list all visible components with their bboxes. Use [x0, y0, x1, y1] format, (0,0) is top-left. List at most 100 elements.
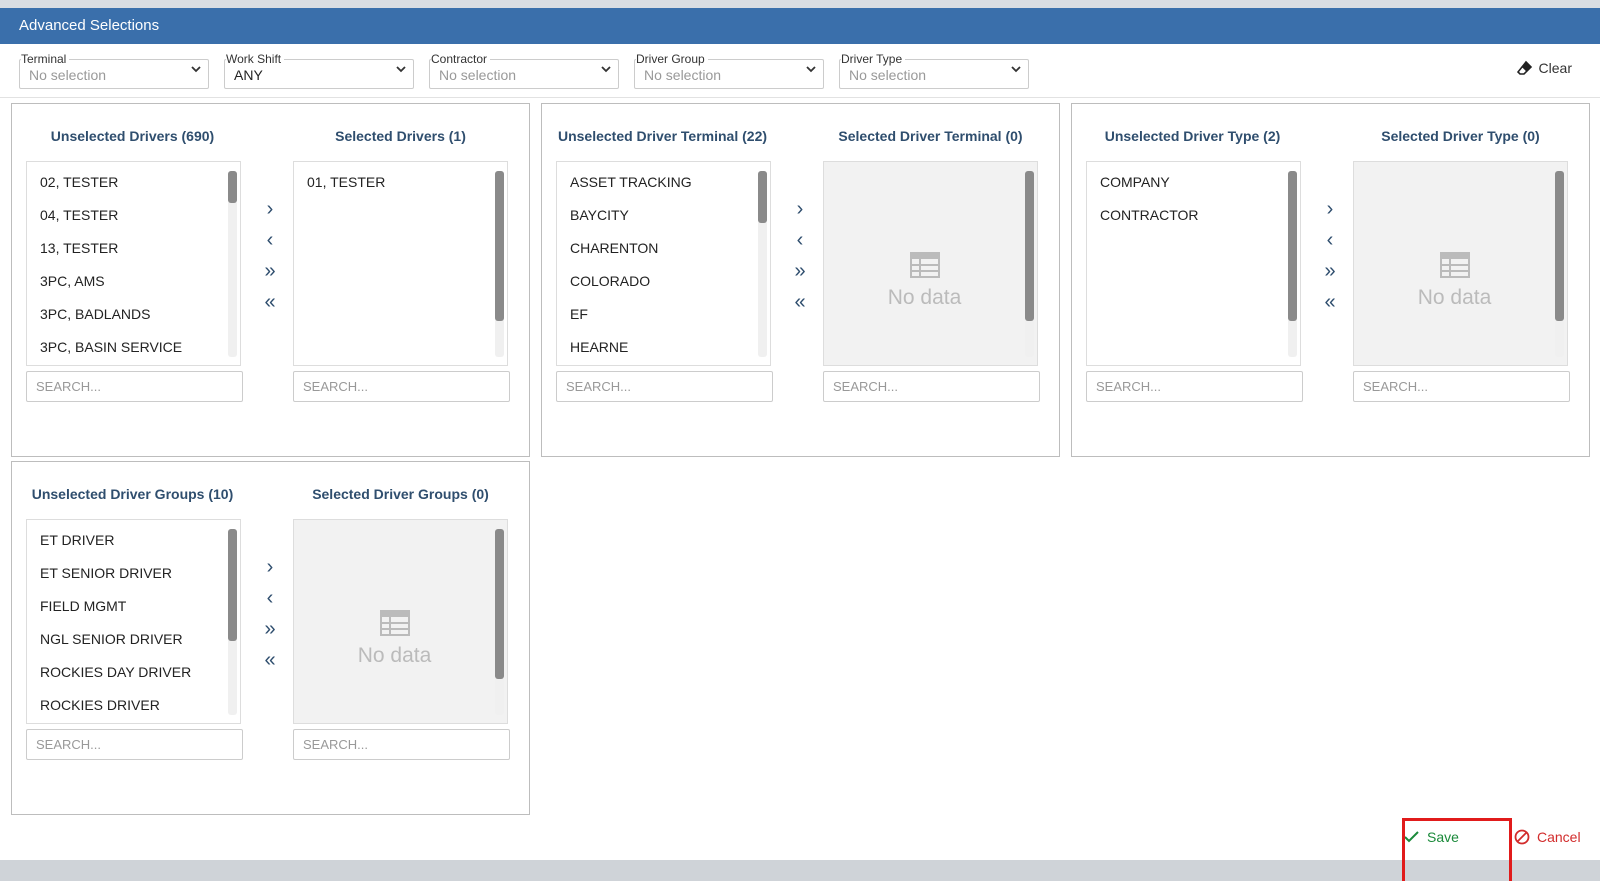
scrollbar-thumb[interactable]: [1555, 171, 1564, 321]
move-all-left-button[interactable]: «: [258, 287, 282, 318]
move-all-left-button[interactable]: «: [788, 287, 812, 318]
list-item[interactable]: NGL SENIOR DRIVER: [27, 623, 240, 656]
selected-list[interactable]: No data: [823, 161, 1038, 366]
list-item[interactable]: 04, TESTER: [27, 199, 240, 232]
scrollbar[interactable]: [1555, 171, 1564, 357]
unselected-list[interactable]: COMPANY CONTRACTOR: [1086, 161, 1301, 366]
scrollbar-thumb[interactable]: [495, 529, 504, 679]
list-item[interactable]: ROCKIES DRIVER: [27, 689, 240, 722]
terminal-filter[interactable]: Terminal No selection: [19, 52, 209, 89]
unselected-title: Unselected Driver Terminal (22): [557, 128, 768, 144]
selected-search-input[interactable]: SEARCH...: [293, 371, 510, 402]
cancel-button[interactable]: Cancel: [1514, 826, 1581, 848]
background-page-footer: [0, 860, 1600, 881]
list-item[interactable]: ASSET TRACKING: [557, 166, 770, 199]
scrollbar[interactable]: [495, 529, 504, 715]
list-item[interactable]: COMPANY: [1087, 166, 1300, 199]
driver-type-filter-label: Driver Type: [841, 52, 906, 66]
move-all-right-button[interactable]: »: [788, 256, 812, 287]
clear-button[interactable]: Clear: [1516, 60, 1572, 76]
contractor-filter-value: No selection: [439, 67, 517, 83]
list-item[interactable]: 13, TESTER: [27, 232, 240, 265]
driver-group-filter-label: Driver Group: [636, 52, 708, 66]
scrollbar-thumb[interactable]: [1025, 171, 1034, 321]
no-data-placeholder: No data: [1354, 252, 1555, 310]
unselected-search-input[interactable]: SEARCH...: [1086, 371, 1303, 402]
no-data-text: No data: [1417, 286, 1492, 309]
contractor-filter-label: Contractor: [431, 52, 491, 66]
driver-groups-panel: Unselected Driver Groups (10) Selected Dr…: [11, 461, 530, 815]
scrollbar[interactable]: [1025, 171, 1034, 357]
list-item[interactable]: 01, TESTER: [294, 166, 507, 199]
selected-list[interactable]: No data: [293, 519, 508, 724]
list-item[interactable]: 3PC, BASIN SERVICE: [27, 331, 240, 364]
move-right-button[interactable]: ›: [258, 552, 282, 583]
contractor-filter[interactable]: Contractor No selection: [429, 52, 619, 89]
scrollbar-thumb[interactable]: [228, 171, 237, 203]
driver-type-filter-value: No selection: [849, 67, 927, 83]
list-item[interactable]: CHARENTON: [557, 232, 770, 265]
filter-bar: Terminal No selection Work Shift ANY Con…: [0, 44, 1600, 98]
unselected-list[interactable]: 02, TESTER 04, TESTER 13, TESTER 3PC, AMS 3P…: [26, 161, 241, 366]
modal-title: Advanced Selections: [0, 8, 1600, 44]
scrollbar[interactable]: [228, 171, 237, 357]
selected-list[interactable]: 01, TESTER: [293, 161, 508, 366]
driver-type-panel: Unselected Driver Type (2) Selected Drive…: [1071, 103, 1590, 457]
selected-search-input[interactable]: SEARCH...: [293, 729, 510, 760]
scrollbar[interactable]: [228, 529, 237, 715]
unselected-list[interactable]: ASSET TRACKING BAYCITY CHARENTON COLORADO EF…: [556, 161, 771, 366]
list-item[interactable]: BAYCITY: [557, 199, 770, 232]
scrollbar-thumb[interactable]: [495, 171, 504, 321]
chevron-down-icon: [191, 66, 201, 73]
cancel-button-label: Cancel: [1537, 829, 1581, 845]
list-item[interactable]: 3PC, BADLANDS: [27, 298, 240, 331]
list-item[interactable]: ROCKIES DAY DRIVER: [27, 656, 240, 689]
move-all-left-button[interactable]: «: [258, 645, 282, 676]
selected-search-input[interactable]: SEARCH...: [1353, 371, 1570, 402]
list-item[interactable]: COLORADO: [557, 265, 770, 298]
scrollbar-thumb[interactable]: [1288, 171, 1297, 321]
work-shift-filter-value: ANY: [234, 67, 263, 83]
list-item[interactable]: FIELD MGMT: [27, 590, 240, 623]
move-right-button[interactable]: ›: [1318, 194, 1342, 225]
scrollbar-thumb[interactable]: [758, 171, 767, 223]
driver-terminal-panel: Unselected Driver Terminal (22) Selected …: [541, 103, 1060, 457]
unselected-search-input[interactable]: SEARCH...: [556, 371, 773, 402]
unselected-search-input[interactable]: SEARCH...: [26, 729, 243, 760]
selected-search-input[interactable]: SEARCH...: [823, 371, 1040, 402]
move-all-right-button[interactable]: »: [258, 256, 282, 287]
transfer-buttons: › ‹» «: [788, 194, 812, 318]
scrollbar[interactable]: [495, 171, 504, 357]
driver-group-filter[interactable]: Driver Group No selection: [634, 52, 824, 89]
selected-list[interactable]: No data: [1353, 161, 1568, 366]
unselected-list[interactable]: ET DRIVER ET SENIOR DRIVER FIELD MGMT NGL S…: [26, 519, 241, 724]
move-left-button[interactable]: ‹: [1318, 225, 1342, 256]
list-item[interactable]: HEARNE: [557, 331, 770, 364]
move-all-right-button[interactable]: »: [1318, 256, 1342, 287]
move-right-button[interactable]: ›: [788, 194, 812, 225]
driver-group-filter-value: No selection: [644, 67, 722, 83]
move-left-button[interactable]: ‹: [258, 583, 282, 614]
list-item[interactable]: 3PC, AMS: [27, 265, 240, 298]
no-data-placeholder: No data: [824, 252, 1025, 310]
list-item[interactable]: ET SENIOR DRIVER: [27, 557, 240, 590]
scrollbar[interactable]: [1288, 171, 1297, 357]
table-icon: [1439, 252, 1470, 278]
scrollbar-thumb[interactable]: [228, 529, 237, 641]
no-data-placeholder: No data: [294, 610, 495, 668]
scrollbar[interactable]: [758, 171, 767, 357]
unselected-search-input[interactable]: SEARCH...: [26, 371, 243, 402]
move-left-button[interactable]: ‹: [258, 225, 282, 256]
move-all-left-button[interactable]: «: [1318, 287, 1342, 318]
unselected-title: Unselected Driver Type (2): [1104, 128, 1281, 144]
move-all-right-button[interactable]: »: [258, 614, 282, 645]
list-item[interactable]: 02, TESTER: [27, 166, 240, 199]
driver-type-filter[interactable]: Driver Type No selection: [839, 52, 1029, 89]
work-shift-filter[interactable]: Work Shift ANY: [224, 52, 414, 89]
selected-title: Selected Driver Type (0): [1381, 128, 1540, 144]
list-item[interactable]: EF: [557, 298, 770, 331]
move-right-button[interactable]: ›: [258, 194, 282, 225]
move-left-button[interactable]: ‹: [788, 225, 812, 256]
list-item[interactable]: CONTRACTOR: [1087, 199, 1300, 232]
list-item[interactable]: ET DRIVER: [27, 524, 240, 557]
